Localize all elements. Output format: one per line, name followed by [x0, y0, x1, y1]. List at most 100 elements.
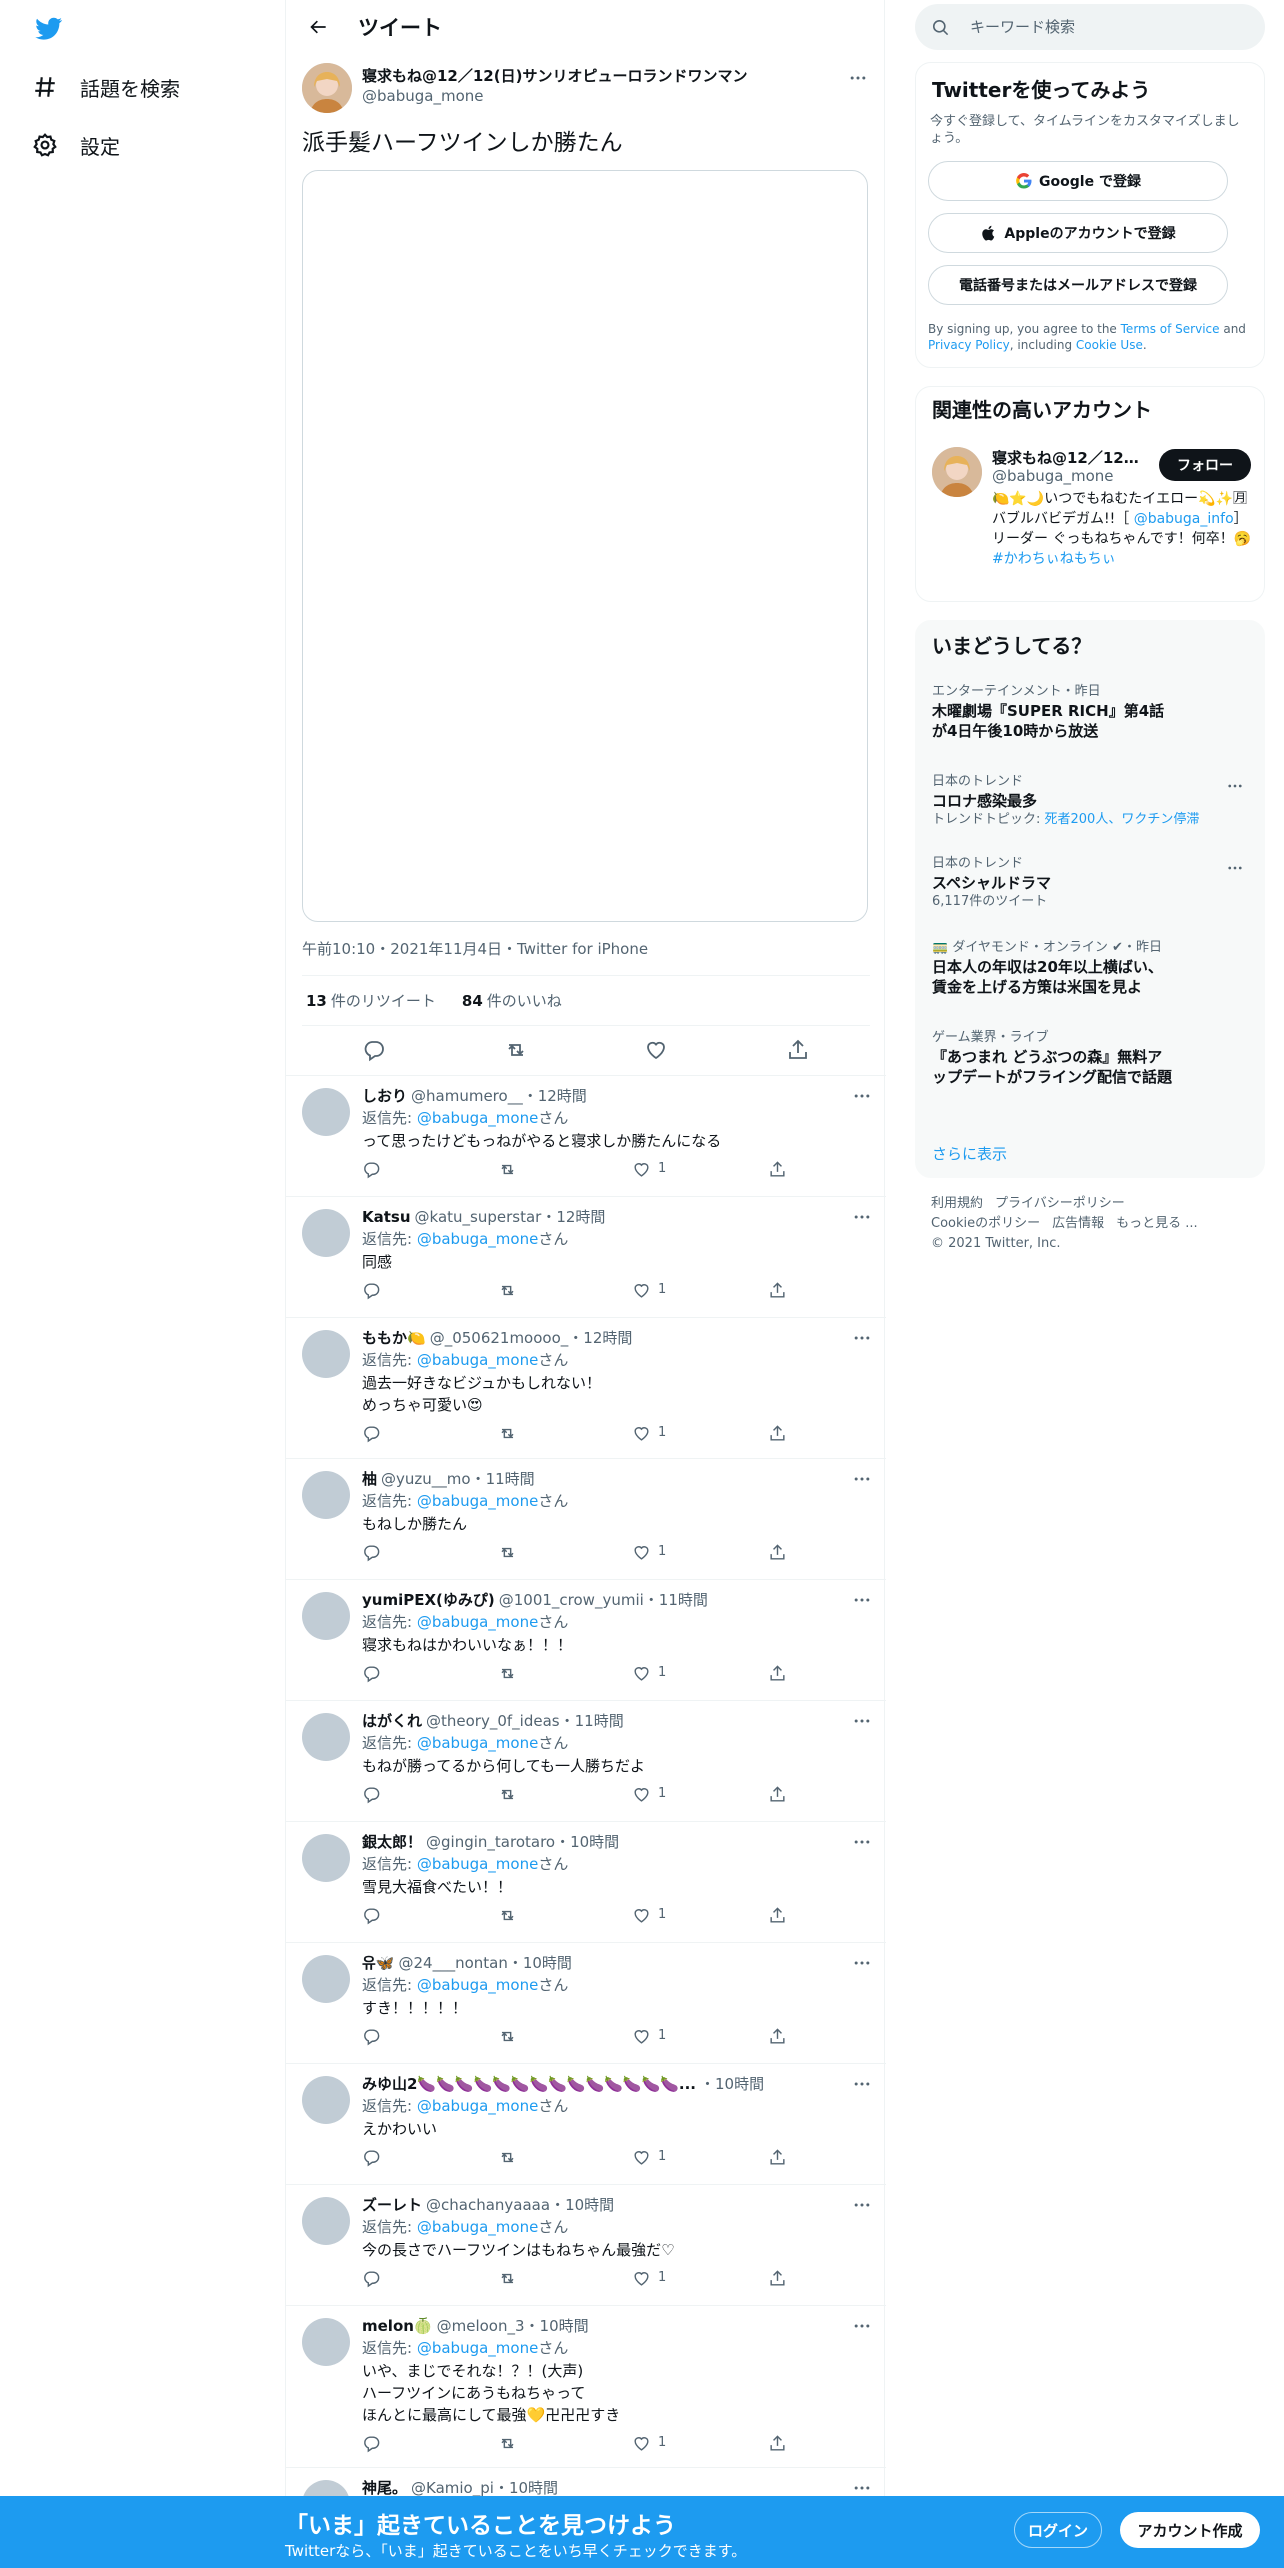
- avatar[interactable]: [302, 1834, 350, 1882]
- avatar[interactable]: [302, 2076, 350, 2124]
- reply-time[interactable]: ・10時間: [700, 2075, 764, 2093]
- reply-time[interactable]: ・12時間: [523, 1087, 587, 1105]
- avatar[interactable]: [302, 1955, 350, 2003]
- author-handle[interactable]: @babuga_mone: [362, 86, 747, 106]
- phone-email-signup-button[interactable]: 電話番号またはメールアドレスで登録: [928, 265, 1228, 305]
- reply-author-handle[interactable]: @meloon_3: [437, 2317, 525, 2335]
- reply-to-link[interactable]: @babuga_mone: [417, 1734, 538, 1752]
- reply-author-name[interactable]: しおり: [362, 1087, 407, 1105]
- footer-link[interactable]: Cookieのポリシー: [931, 1216, 1040, 1231]
- reply-tweet[interactable]: 柚 @yuzu__mo・11時間 返信先: @babuga_moneさん もねしか勝た…: [286, 1459, 886, 1580]
- reply-button[interactable]: [362, 2148, 382, 2168]
- reply-tweet[interactable]: ももか🍋 @_050621moooo_・12時間 返信先: @babuga_mone…: [286, 1318, 886, 1459]
- retweets-stat[interactable]: 13 件のリツイート: [306, 990, 436, 1011]
- like-button[interactable]: [632, 1906, 652, 1926]
- twitter-bird-icon[interactable]: [34, 15, 64, 42]
- nav-item-settings[interactable]: 設定: [32, 125, 120, 165]
- reply-to-link[interactable]: @babuga_mone: [417, 1492, 538, 1510]
- trend-item[interactable]: 日本のトレンド スペシャルドラマ 6,117件のツイート: [932, 855, 1242, 911]
- reply-author-name[interactable]: はがくれ: [362, 1712, 422, 1730]
- like-button[interactable]: [632, 1424, 652, 1444]
- login-button[interactable]: ログイン: [1014, 2512, 1102, 2548]
- reply-to-link[interactable]: @babuga_mone: [417, 1230, 538, 1248]
- search-box[interactable]: [915, 4, 1265, 50]
- terms-link[interactable]: Terms of Service: [1121, 322, 1220, 336]
- reply-author-handle[interactable]: @Kamio_pi: [411, 2479, 494, 2497]
- trend-item[interactable]: エンターテインメント・昨日 木曜劇場『SUPER RICH』第4話が4日午後10…: [932, 683, 1242, 741]
- reply-more-button[interactable]: [850, 1590, 874, 1610]
- reply-tweet[interactable]: みゆ山2🍆🍆🍆🍆🍆🍆🍆🍆🍆🍆🍆🍆🍆🍆... ・10時間 返信先: @babuga_m…: [286, 2064, 886, 2185]
- share-button[interactable]: [786, 1038, 810, 1062]
- reply-tweet[interactable]: Katsu @katu_superstar・12時間 返信先: @babuga_mo…: [286, 1197, 886, 1318]
- reply-time[interactable]: ・12時間: [568, 1329, 632, 1347]
- reply-tweet[interactable]: 銀太郎！ @gingin_tarotaro・10時間 返信先: @babuga_mo…: [286, 1822, 886, 1943]
- like-button[interactable]: [632, 1543, 652, 1563]
- retweet-button[interactable]: [498, 1424, 518, 1444]
- reply-more-button[interactable]: [850, 1086, 874, 1106]
- reply-tweet[interactable]: しおり @hamumero__・12時間 返信先: @babuga_moneさん って…: [286, 1076, 886, 1197]
- avatar[interactable]: [302, 2318, 350, 2366]
- reply-button[interactable]: [362, 1160, 382, 1180]
- reply-more-button[interactable]: [850, 1832, 874, 1852]
- search-input[interactable]: [970, 18, 1230, 36]
- reply-button[interactable]: [362, 2269, 382, 2289]
- reply-tweet[interactable]: 유🦋 @24___nontan・10時間 返信先: @babuga_moneさん すき…: [286, 1943, 886, 2064]
- reply-more-button[interactable]: [850, 2478, 874, 2498]
- reply-author-handle[interactable]: @yuzu__mo: [381, 1470, 471, 1488]
- tweet-media[interactable]: [302, 170, 868, 922]
- reply-more-button[interactable]: [850, 1207, 874, 1227]
- reply-tweet[interactable]: yumiPEX(ゆみぴ) @1001_crow_yumii・11時間 返信先: @b…: [286, 1580, 886, 1701]
- reply-time[interactable]: ・12時間: [541, 1208, 605, 1226]
- retweet-button[interactable]: [498, 2148, 518, 2168]
- reply-time[interactable]: ・10時間: [550, 2196, 614, 2214]
- avatar[interactable]: [932, 447, 982, 497]
- share-button[interactable]: [768, 1664, 788, 1684]
- signup-button[interactable]: アカウント作成: [1120, 2512, 1260, 2548]
- retweet-button[interactable]: [498, 1281, 518, 1301]
- reply-author-handle[interactable]: @hamumero__: [411, 1087, 523, 1105]
- reply-more-button[interactable]: [850, 1328, 874, 1348]
- avatar[interactable]: [302, 1592, 350, 1640]
- footer-link[interactable]: もっと見る ...: [1116, 1216, 1198, 1231]
- footer-link[interactable]: 広告情報: [1052, 1216, 1104, 1231]
- share-button[interactable]: [768, 1281, 788, 1301]
- retweet-button[interactable]: [498, 1160, 518, 1180]
- reply-more-button[interactable]: [850, 1953, 874, 1973]
- reply-more-button[interactable]: [850, 1469, 874, 1489]
- reply-time[interactable]: ・11時間: [471, 1470, 535, 1488]
- related-handle[interactable]: @babuga_mone: [992, 467, 1113, 485]
- bio-mention-link[interactable]: @babuga_info: [1134, 511, 1234, 527]
- reply-button[interactable]: [362, 2027, 382, 2047]
- reply-to-link[interactable]: @babuga_mone: [417, 1613, 538, 1631]
- retweet-button[interactable]: [498, 2434, 518, 2454]
- like-button[interactable]: [632, 2148, 652, 2168]
- reply-author-handle[interactable]: @_050621moooo_: [430, 1329, 569, 1347]
- reply-to-link[interactable]: @babuga_mone: [417, 1976, 538, 1994]
- footer-link[interactable]: プライバシーポリシー: [995, 1196, 1125, 1211]
- reply-author-name[interactable]: 神尾。: [362, 2479, 407, 2497]
- nav-item-explore[interactable]: 話題を検索: [32, 67, 180, 107]
- reply-author-name[interactable]: 銀太郎！: [362, 1833, 422, 1851]
- reply-button[interactable]: [362, 1906, 382, 1926]
- trend-item[interactable]: 日本のトレンド コロナ感染最多 トレンドトピック: 死者200人、ワクチン停滞: [932, 773, 1242, 829]
- like-button[interactable]: [632, 2269, 652, 2289]
- avatar[interactable]: [302, 1088, 350, 1136]
- avatar[interactable]: [302, 1713, 350, 1761]
- like-button[interactable]: [632, 2027, 652, 2047]
- reply-tweet[interactable]: ズーレト @chachanyaaaa・10時間 返信先: @babuga_moneさ…: [286, 2185, 886, 2306]
- retweet-button[interactable]: [504, 1038, 528, 1062]
- author-name[interactable]: 寝求もね@12／12(日)サンリオピューロランドワンマン: [362, 66, 747, 86]
- reply-author-name[interactable]: yumiPEX(ゆみぴ): [362, 1591, 495, 1609]
- reply-more-button[interactable]: [850, 1711, 874, 1731]
- google-signup-button[interactable]: Google で登録: [928, 161, 1228, 201]
- trend-more-button[interactable]: [1226, 859, 1250, 879]
- reply-time[interactable]: ・10時間: [508, 1954, 572, 1972]
- reply-author-handle[interactable]: @24___nontan: [398, 1954, 507, 1972]
- avatar[interactable]: [302, 2197, 350, 2245]
- reply-time[interactable]: ・11時間: [560, 1712, 624, 1730]
- retweet-button[interactable]: [498, 2027, 518, 2047]
- apple-signup-button[interactable]: Appleのアカウントで登録: [928, 213, 1228, 253]
- reply-tweet[interactable]: はがくれ @theory_0f_ideas・11時間 返信先: @babuga_mo…: [286, 1701, 886, 1822]
- reply-to-link[interactable]: @babuga_mone: [417, 1351, 538, 1369]
- share-button[interactable]: [768, 2269, 788, 2289]
